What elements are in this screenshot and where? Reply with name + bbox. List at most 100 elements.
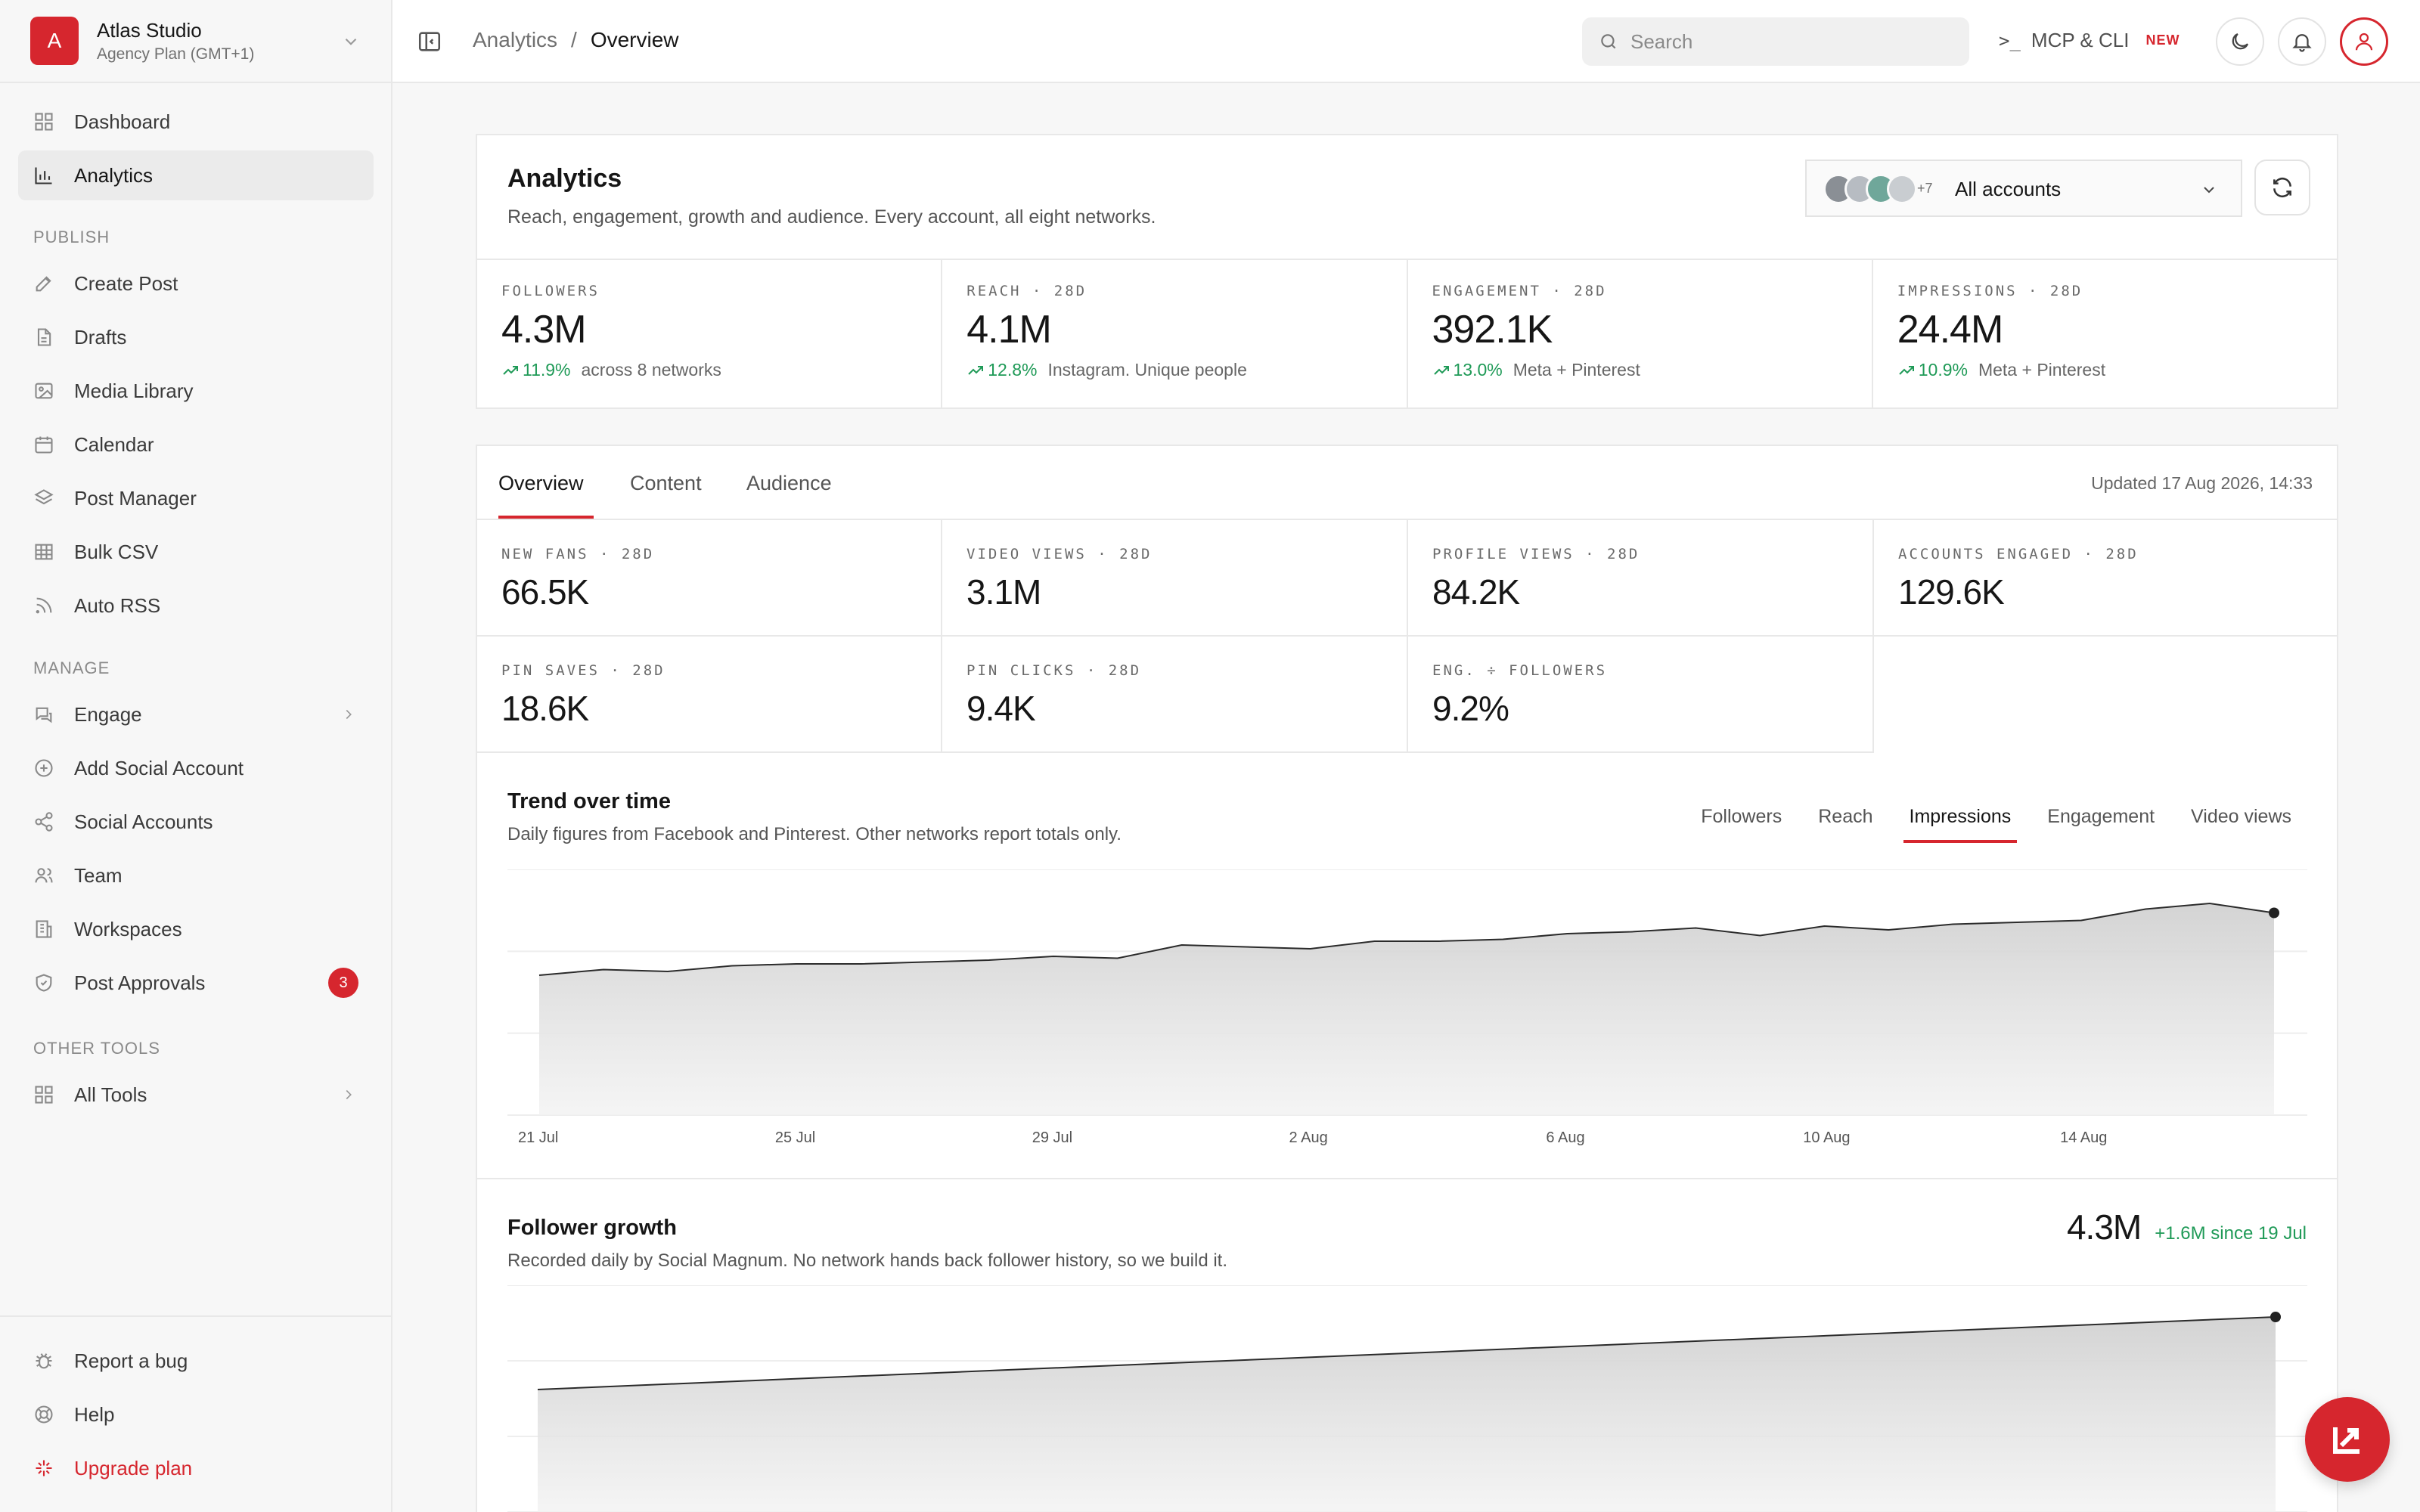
metric-tab-video-views[interactable]: Video views [2191, 806, 2291, 843]
tab-overview[interactable]: Overview [498, 472, 584, 495]
sidebar-item-label: Bulk CSV [74, 540, 159, 563]
topbar: Analytics / Overview >_ MCP & CLI NEW [392, 0, 2420, 83]
tab-bar: Overview Content Audience Updated 17 Aug… [477, 446, 2337, 520]
mcp-cli-link[interactable]: >_ MCP & CLI NEW [1999, 29, 2180, 52]
tab-audience[interactable]: Audience [746, 472, 832, 495]
sidebar-item-post-manager[interactable]: Post Manager [18, 473, 374, 523]
plus-circle-icon [35, 759, 53, 777]
kpi-label: FOLLOWERS [501, 283, 600, 299]
breadcrumb: Analytics / Overview [473, 28, 679, 52]
kpi-note: across 8 networks [581, 360, 721, 380]
kpi-change: 11.9% [523, 360, 571, 380]
area-fill [538, 1317, 2276, 1512]
search-icon [1601, 34, 1616, 49]
sidebar-item-post-approvals[interactable]: Post Approvals 3 [18, 958, 374, 1008]
stat-value: 9.2% [1432, 689, 1509, 728]
stat-label: PIN CLICKS · 28D [966, 662, 1142, 679]
sidebar-item-label: Create Post [74, 271, 178, 295]
workspace-switcher[interactable]: A Atlas Studio Agency Plan (GMT+1) [0, 0, 391, 83]
x-tick-label: 29 Jul [1032, 1129, 1072, 1146]
breadcrumb-current: Overview [590, 28, 679, 51]
sidebar-item-media-library[interactable]: Media Library [18, 366, 374, 416]
sidebar-item-calendar[interactable]: Calendar [18, 420, 374, 469]
metric-tab-engagement[interactable]: Engagement [2047, 806, 2155, 843]
calendar-icon [35, 436, 53, 454]
sidebar-item-analytics[interactable]: Analytics [18, 150, 374, 200]
chevron-right-icon [346, 709, 352, 720]
account-selector[interactable]: +7 All accounts [1805, 160, 2242, 217]
avatar [1887, 174, 1917, 204]
refresh-button[interactable] [2254, 160, 2310, 215]
user-menu-button[interactable] [2340, 17, 2388, 66]
sidebar-item-label: Dashboard [74, 110, 171, 133]
sidebar: A Atlas Studio Agency Plan (GMT+1) Dashb… [0, 0, 392, 1512]
sidebar-item-engage[interactable]: Engage [18, 689, 374, 739]
notifications-button[interactable] [2278, 17, 2326, 66]
sidebar-item-label: Media Library [74, 379, 194, 402]
x-tick-label: 2 Aug [1289, 1129, 1328, 1146]
sidebar-item-team[interactable]: Team [18, 850, 374, 900]
account-avatars [1823, 174, 1917, 204]
sidebar-item-drafts[interactable]: Drafts [18, 312, 374, 362]
chat-icon [36, 707, 52, 723]
sidebar-item-auto-rss[interactable]: Auto RSS [18, 581, 374, 631]
edit-icon [36, 276, 51, 292]
stat-label: ENG. ÷ FOLLOWERS [1432, 662, 1608, 679]
metric-tab-reach[interactable]: Reach [1818, 806, 1872, 843]
chevron-down-icon [2204, 187, 2214, 194]
trend-up-icon [1433, 365, 1449, 375]
stat-label: VIDEO VIEWS · 28D [966, 546, 1153, 562]
sidebar-item-report-bug[interactable]: Report a bug [18, 1336, 374, 1386]
x-tick-label: 25 Jul [775, 1129, 815, 1146]
theme-toggle-button[interactable] [2216, 17, 2264, 66]
search-input[interactable] [1582, 17, 1969, 66]
stat-value: 129.6K [1898, 572, 2005, 612]
trend-chart: 21 Jul 25 Jul 29 Jul 2 Aug 6 Aug 10 Aug 14 Aug [507, 869, 2307, 1146]
sidebar-item-workspaces[interactable]: Workspaces [18, 904, 374, 954]
shield-icon [36, 974, 52, 992]
share-icon [35, 812, 53, 832]
sidebar-item-all-tools[interactable]: All Tools [18, 1070, 374, 1120]
kpi-note: Meta + Pinterest [1512, 360, 1640, 380]
sidebar-item-label: Calendar [74, 432, 154, 456]
stat-value: 3.1M [966, 572, 1041, 612]
sidebar-item-help[interactable]: Help [18, 1390, 374, 1439]
kpi-value: 24.4M [1897, 308, 2004, 352]
area-fill [539, 903, 2274, 1115]
sidebar-divider [0, 1315, 391, 1317]
stat-eng-per-followers: ENG. ÷ FOLLOWERS 9.2% [1408, 637, 1874, 753]
sidebar-item-dashboard[interactable]: Dashboard [18, 97, 374, 147]
sidebar-toggle-icon[interactable] [417, 29, 442, 54]
metric-tab-followers[interactable]: Followers [1701, 806, 1782, 843]
kpi-change: 10.9% [1918, 360, 1968, 380]
growth-chart [507, 1285, 2307, 1512]
kpi-row: FOLLOWERS 4.3M 11.9% across 8 networks RE… [477, 259, 2337, 407]
breadcrumb-separator: / [571, 28, 577, 51]
sidebar-nav-manage: MANAGE Engage Add Social Account Social … [18, 653, 374, 1008]
sidebar-item-upgrade-plan[interactable]: Upgrade plan [18, 1443, 374, 1493]
trend-arrow-icon [2333, 1427, 2360, 1454]
kpi-change: 12.8% [988, 360, 1038, 380]
updated-timestamp: Updated 17 Aug 2026, 14:33 [2091, 473, 2313, 493]
sidebar-item-add-social-account[interactable]: Add Social Account [18, 743, 374, 793]
metric-tab-impressions[interactable]: Impressions [1903, 806, 2018, 843]
trend-title: Trend over time [507, 789, 671, 813]
quick-insights-fab[interactable] [2305, 1397, 2390, 1482]
x-tick-label: 14 Aug [2060, 1129, 2107, 1146]
sidebar-item-social-accounts[interactable]: Social Accounts [18, 797, 374, 847]
sidebar-item-create-post[interactable]: Create Post [18, 259, 374, 308]
refresh-icon [2273, 177, 2291, 198]
stat-pin-clicks: PIN CLICKS · 28D 9.4K [942, 637, 1408, 753]
sidebar-item-label: Help [74, 1402, 115, 1426]
trend-up-icon [968, 365, 984, 375]
stat-accounts-engaged: ACCOUNTS ENGAGED · 28D 129.6K [1874, 520, 2337, 637]
trend-metric-tabs: Followers Reach Impressions Engagement V… [1665, 806, 2291, 843]
sidebar-nav-bottom: Report a bug Help Upgrade plan [18, 1336, 374, 1493]
more-accounts-count: +7 [1917, 181, 1933, 196]
sidebar-item-bulk-csv[interactable]: Bulk CSV [18, 527, 374, 577]
tab-content[interactable]: Content [630, 472, 702, 495]
breadcrumb-analytics[interactable]: Analytics [473, 28, 557, 52]
kpi-value: 392.1K [1432, 308, 1553, 352]
workspace-name: Atlas Studio [97, 18, 202, 42]
active-tab-indicator [498, 516, 594, 519]
